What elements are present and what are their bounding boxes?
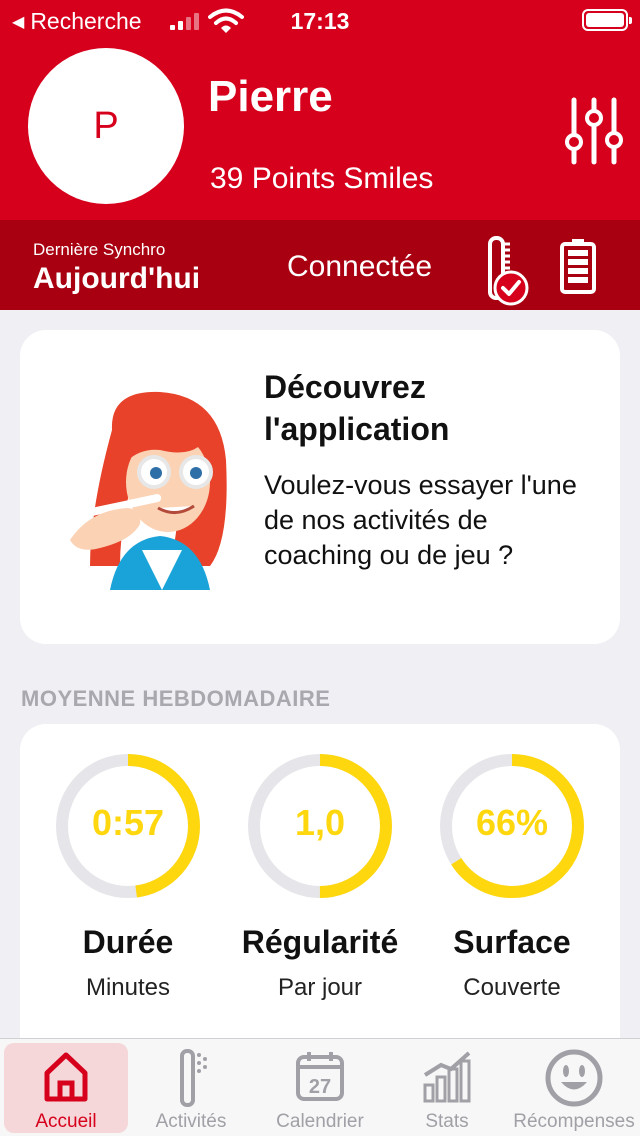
points-count: 39 Points Smiles <box>210 162 434 195</box>
tab-rewards-label: Récompenses <box>513 1111 635 1132</box>
duration-value: 0:57 <box>91 802 165 843</box>
weekly-average-card: 0:57 Durée Minutes 1,0 Régularité Par jo… <box>20 724 620 1064</box>
sync-label: Dernière Synchro <box>33 240 166 259</box>
regularity-label: Régularité <box>241 924 399 960</box>
battery-icon <box>582 9 632 31</box>
girl-brushing-illustration <box>70 391 227 590</box>
stats-icon <box>423 1051 471 1103</box>
profile-header: ◀ Recherche 17:13 P Pierre 39 Points Smi… <box>0 0 640 220</box>
duration-sub: Minutes <box>85 974 171 1001</box>
surface-sub: Couverte <box>463 974 561 1001</box>
clock: 17:13 <box>290 8 350 34</box>
avatar[interactable]: P <box>28 48 184 204</box>
tab-rewards[interactable]: Récompenses <box>512 1043 636 1133</box>
user-name: Pierre <box>208 72 333 121</box>
calendar-icon: 27 <box>296 1052 344 1101</box>
tab-bar: Accueil Activités 27 Calendrier Stats Ré… <box>0 1038 640 1136</box>
tab-activities[interactable]: Activités <box>129 1043 253 1133</box>
section-title: MOYENNE HEBDOMADAIRE <box>21 686 331 711</box>
promo-title: Découvrez l'application <box>264 369 450 447</box>
home-icon <box>44 1052 88 1102</box>
sync-value: Aujourd'hui <box>33 262 201 295</box>
tab-stats-label: Stats <box>425 1111 469 1132</box>
smiley-icon <box>545 1049 603 1107</box>
tab-stats[interactable]: Stats <box>385 1043 509 1133</box>
avatar-initial: P <box>93 104 119 147</box>
tab-home[interactable]: Accueil <box>4 1043 128 1133</box>
surface-value: 66% <box>475 802 549 843</box>
device-battery-icon <box>560 239 596 294</box>
sync-bar: Dernière Synchro Aujourd'hui Connectée <box>0 220 640 310</box>
surface-label: Surface <box>453 924 571 960</box>
tab-calendar[interactable]: 27 Calendrier <box>258 1043 382 1133</box>
promo-text: Voulez-vous essayer l'une de nos activit… <box>264 470 577 570</box>
calendar-day: 27 <box>309 1076 331 1098</box>
tab-activities-label: Activités <box>155 1111 227 1132</box>
duration-label: Durée <box>82 924 174 960</box>
settings-sliders-icon[interactable] <box>562 96 626 166</box>
connection-status: Connectée <box>287 250 433 283</box>
tab-calendar-label: Calendrier <box>276 1111 364 1132</box>
regularity-value: 1,0 <box>294 802 346 843</box>
tab-home-label: Accueil <box>35 1111 97 1132</box>
discover-app-card[interactable]: Découvrez l'application Voulez-vous essa… <box>20 330 620 644</box>
toothbrush-check-icon <box>488 236 529 306</box>
status-bar: ◀ Recherche 17:13 <box>0 0 640 40</box>
toothbrush-icon <box>180 1049 207 1107</box>
regularity-sub: Par jour <box>277 974 363 1001</box>
